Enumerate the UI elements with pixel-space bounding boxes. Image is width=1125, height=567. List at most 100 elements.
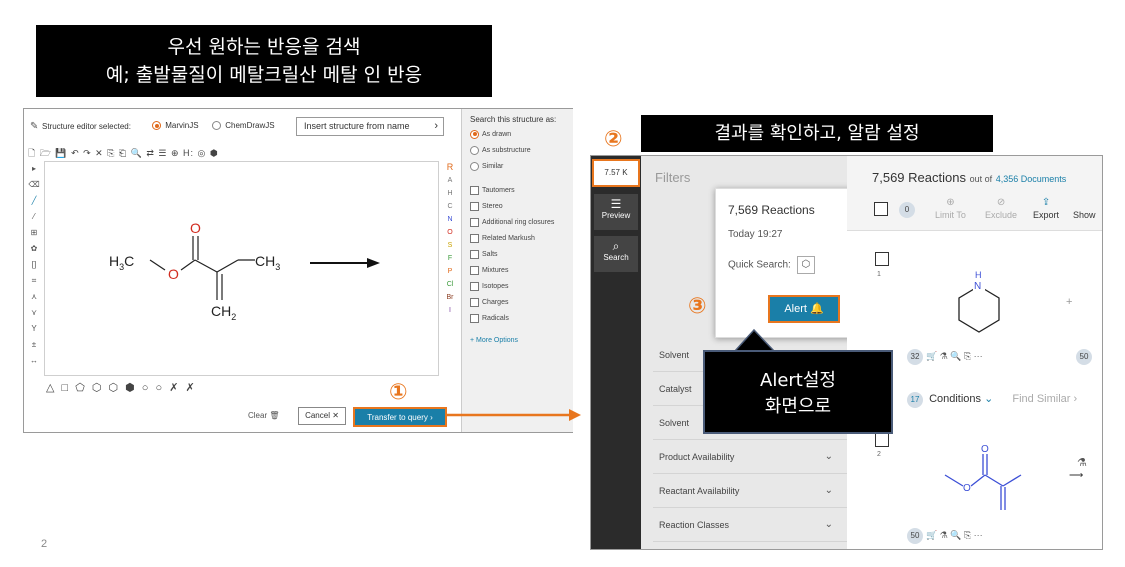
reaction-tool-icon[interactable]: ⋏ <box>27 289 41 305</box>
show-button[interactable]: Show <box>1073 196 1096 220</box>
checkbox-related-markush[interactable]: Related Markush <box>470 233 565 249</box>
erase-tool-icon[interactable]: ⌫ <box>27 177 41 193</box>
find-similar-link[interactable]: Find Similar › <box>1012 393 1077 405</box>
limit-to-button[interactable]: ⊕ Limit To <box>935 196 966 220</box>
select-all-checkbox[interactable] <box>874 202 888 216</box>
checkbox-icon <box>470 265 479 275</box>
insert-structure-button[interactable]: Insert structure from name › <box>296 117 444 136</box>
row-checkbox[interactable] <box>875 252 889 266</box>
element-i[interactable]: I <box>440 304 460 317</box>
element-s[interactable]: S <box>440 239 460 252</box>
result-actions-bar-2[interactable]: 50 🛒 ⚗ 🔍 ⎘ ⋯ <box>907 528 983 544</box>
element-h[interactable]: H <box>440 187 460 200</box>
element-br[interactable]: Br <box>440 291 460 304</box>
alert-button[interactable]: Alert 🔔 <box>768 295 840 323</box>
action-icons[interactable]: 🛒 ⚗ 🔍 ⎘ ⋯ <box>926 530 983 540</box>
arrow-tool-icon[interactable]: ↔ <box>27 353 41 369</box>
export-button[interactable]: ⇪ Export <box>1033 196 1059 220</box>
popup-title: 7,569 Reactions <box>728 203 815 217</box>
drawing-canvas[interactable]: H3C O O CH3 CH2 <box>44 161 439 376</box>
checkbox-isotopes[interactable]: Isotopes <box>470 281 565 297</box>
attach-tool-icon[interactable]: Y <box>27 321 41 337</box>
cancel-button[interactable]: Cancel ✕ <box>298 407 346 425</box>
filter-reaction-classes[interactable]: Reaction Classes ⌄ <box>653 508 847 542</box>
option-as-substructure[interactable]: As substructure <box>470 145 565 161</box>
ester-oxygen: O <box>963 483 971 494</box>
result-actions-bar-1[interactable]: 32 🛒 ⚗ 🔍 ⎘ ⋯ <box>907 349 983 365</box>
editor-left-toolbar[interactable]: ▸ ⌫ ╱ ⁄ ⊞ ✿ [] ⌗ ⋏ ⋎ Y ± ↔ <box>27 161 41 376</box>
chevron-down-icon: ⌄ <box>824 485 833 496</box>
chain-tool-icon[interactable]: ⁄ <box>27 209 41 225</box>
element-c[interactable]: C <box>440 200 460 213</box>
filter-product-availability[interactable]: Product Availability ⌄ <box>653 440 847 474</box>
checkbox-ring-closures[interactable]: Additional ring closures <box>470 217 565 233</box>
instruction-banner-2: 결과를 확인하고, 알람 설정 <box>641 115 993 152</box>
row-checkbox[interactable] <box>875 433 889 447</box>
action-icons[interactable]: 🛒 ⚗ 🔍 ⎘ ⋯ <box>926 351 983 361</box>
nav-search-label: Search <box>603 253 629 262</box>
results-count: 7,569 Reactions <box>872 170 966 185</box>
reference-count-badge: 50 <box>907 528 923 544</box>
checkbox-tautomers[interactable]: Tautomers <box>470 185 565 201</box>
result-count-chip[interactable]: 7.57 K <box>592 159 640 187</box>
option-as-drawn[interactable]: As drawn <box>470 129 565 145</box>
ring-templates[interactable]: △ □ ⬠ ⬡ ⬡ ⬢ ○ ○ ✗ ✗ <box>46 381 246 395</box>
radio-icon <box>212 121 221 131</box>
clear-button[interactable]: Clear 🗑 <box>248 411 280 420</box>
element-o[interactable]: O <box>440 226 460 239</box>
select-tool-icon[interactable]: ▸ <box>27 161 41 177</box>
checkbox-salts[interactable]: Salts <box>470 249 565 265</box>
plusminus-tool-icon[interactable]: ± <box>27 337 41 353</box>
element-palette[interactable]: R A H C N O S F P Cl Br I <box>440 161 460 376</box>
pencil-icon: ✎ <box>30 121 39 132</box>
methyl-methacrylate-structure[interactable]: O O <box>939 440 1049 515</box>
hexagon-icon[interactable]: ⬡ <box>796 256 815 274</box>
filter-reactant-availability[interactable]: Reactant Availability ⌄ <box>653 474 847 508</box>
piperidine-structure[interactable]: H N <box>945 264 1015 336</box>
sgroup-tool-icon[interactable]: ⊞ <box>27 225 41 241</box>
chemdrawjs-radio[interactable]: ChemDrawJS <box>212 121 275 131</box>
chevron-down-icon: ⌄ <box>984 393 994 405</box>
element-f[interactable]: F <box>440 252 460 265</box>
checkbox-icon <box>470 281 479 291</box>
editor-selected-label: Structure editor selected: <box>42 122 131 131</box>
filter-label: Reactant Availability <box>659 486 740 496</box>
svg-text:CH3: CH3 <box>255 253 280 272</box>
element-p[interactable]: P <box>440 265 460 278</box>
atom-h3c-c: C <box>124 253 134 269</box>
svg-text:CH2: CH2 <box>211 303 236 322</box>
checkbox-charges[interactable]: Charges <box>470 297 565 313</box>
transfer-to-query-button[interactable]: Transfer to query › <box>353 407 447 427</box>
exclude-button[interactable]: ⊘ Exclude <box>985 196 1017 220</box>
option-label: Similar <box>482 163 504 170</box>
mapping-tool-icon[interactable]: ⋎ <box>27 305 41 321</box>
option-similar[interactable]: Similar <box>470 161 565 177</box>
option-label: As substructure <box>482 147 531 154</box>
results-title: 7,569 Reactions out of 4,356 Documents <box>872 170 1066 185</box>
editor-toolbar[interactable]: 🗋 🗁 💾 ↶ ↷ ✕ ⎘ ⎗ 🔍 ⇄ ☰ ⊕ H: ◎ ⬢ <box>28 146 318 160</box>
documents-link[interactable]: 4,356 Documents <box>996 174 1067 184</box>
checkbox-mixtures[interactable]: Mixtures <box>470 265 565 281</box>
export-icon: ⇪ <box>1041 197 1051 208</box>
checkbox-stereo[interactable]: Stereo <box>470 201 565 217</box>
element-a[interactable]: A <box>440 174 460 187</box>
marvinjs-radio[interactable]: MarvinJS <box>152 121 199 131</box>
bracket-tool-icon[interactable]: [] <box>27 257 41 273</box>
more-options-link[interactable]: + More Options <box>470 337 565 344</box>
element-n[interactable]: N <box>440 213 460 226</box>
checkbox-radicals[interactable]: Radicals <box>470 313 565 329</box>
element-cl[interactable]: Cl <box>440 278 460 291</box>
chevron-right-icon: › <box>434 120 438 132</box>
reaction-arrow-icon: ⟶ <box>1069 470 1084 481</box>
nav-preview[interactable]: ☰ Preview <box>594 194 638 230</box>
checkbox-icon <box>470 233 479 243</box>
charge-tool-icon[interactable]: ✿ <box>27 241 41 257</box>
popup-time: Today 19:27 <box>728 229 783 240</box>
conditions-row[interactable]: 17 Conditions ⌄ Find Similar › <box>907 392 1077 408</box>
nav-search[interactable]: ⌕ Search <box>594 236 638 272</box>
callout-line-1: Alert설정 <box>760 370 836 391</box>
element-r[interactable]: R <box>440 161 460 174</box>
bond-tool-icon[interactable]: ╱ <box>27 193 41 209</box>
page-number: 2 <box>41 538 48 550</box>
ring-tool-icon[interactable]: ⌗ <box>27 273 41 289</box>
